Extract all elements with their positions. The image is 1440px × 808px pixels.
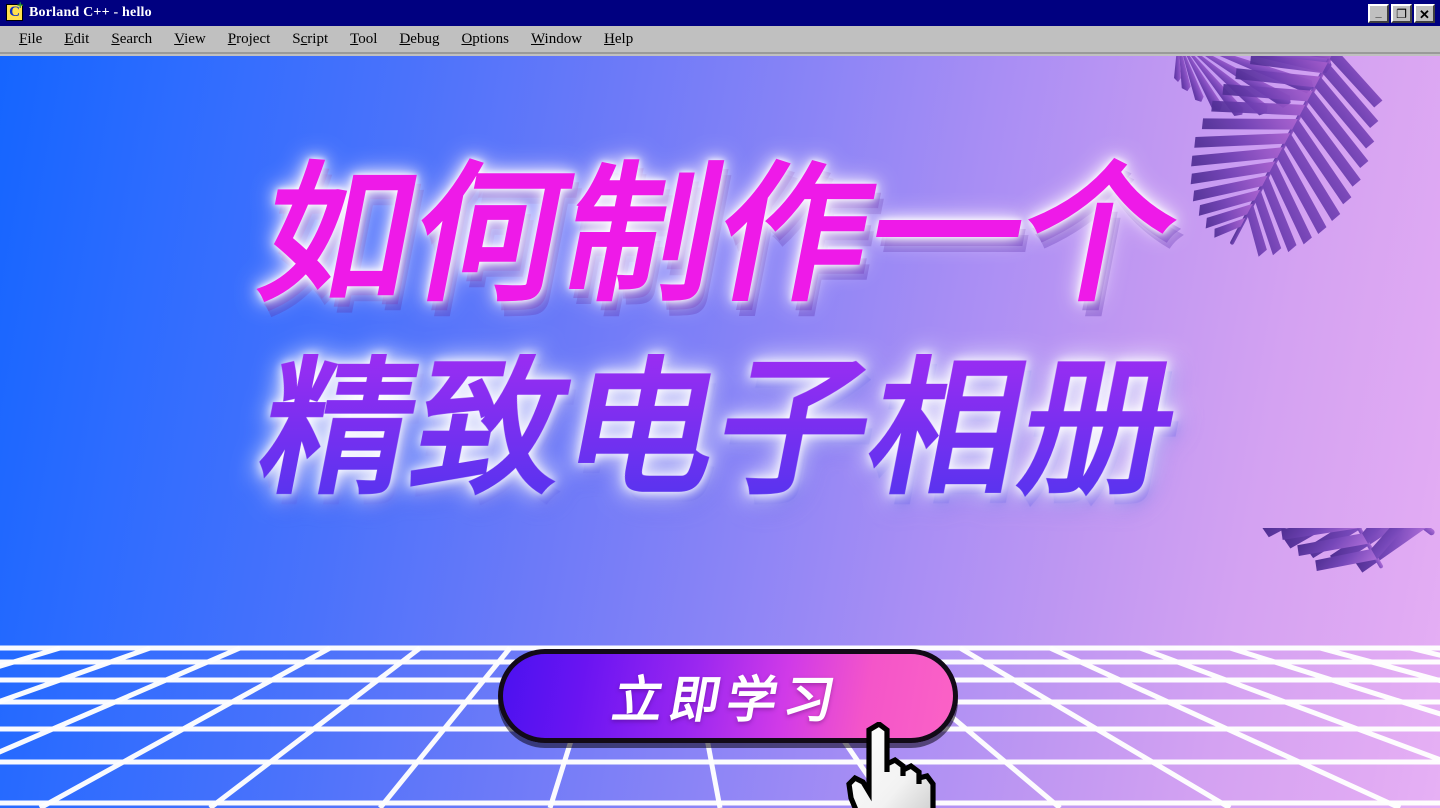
- borland-cpp-icon: C +: [5, 1, 25, 23]
- menubar: File Edit Search View Project Script Too…: [0, 26, 1440, 54]
- window-title: Borland C++ - hello: [29, 5, 152, 20]
- application-window: C + Borland C++ - hello _ ❐ ✕ File Edit …: [0, 0, 1440, 808]
- maximize-button[interactable]: ❐: [1391, 3, 1412, 23]
- menu-item-help[interactable]: Help: [593, 29, 644, 50]
- headline-line-1: 如何制作一个: [247, 149, 1193, 323]
- window-controls: _ ❐ ✕: [1368, 3, 1438, 23]
- menu-item-file[interactable]: File: [8, 29, 53, 50]
- maximize-icon: ❐: [1396, 6, 1407, 21]
- menu-item-debug[interactable]: Debug: [388, 29, 450, 50]
- minimize-button[interactable]: _: [1368, 3, 1389, 23]
- menu-item-window[interactable]: Window: [520, 29, 593, 50]
- menu-item-project[interactable]: Project: [217, 29, 282, 50]
- headline-line-2: 精致电子相册: [0, 342, 1440, 516]
- minimize-icon: _: [1375, 6, 1382, 19]
- menu-item-options[interactable]: Options: [450, 29, 520, 50]
- menu-item-script[interactable]: Script: [281, 29, 339, 50]
- palm-frond-icon: [1174, 56, 1383, 257]
- menu-item-search[interactable]: Search: [100, 29, 163, 50]
- menu-item-edit[interactable]: Edit: [53, 29, 100, 50]
- menu-item-tool[interactable]: Tool: [339, 29, 388, 50]
- close-button[interactable]: ✕: [1414, 3, 1435, 23]
- close-icon: ✕: [1419, 6, 1430, 22]
- window-titlebar: C + Borland C++ - hello _ ❐ ✕: [0, 0, 1440, 26]
- content-stage: 如何制作一个 精致电子相册 立即学习: [0, 56, 1440, 808]
- menu-item-view[interactable]: View: [163, 29, 217, 50]
- learn-now-button[interactable]: 立即学习: [498, 649, 958, 743]
- learn-now-button-label: 立即学习: [608, 671, 847, 729]
